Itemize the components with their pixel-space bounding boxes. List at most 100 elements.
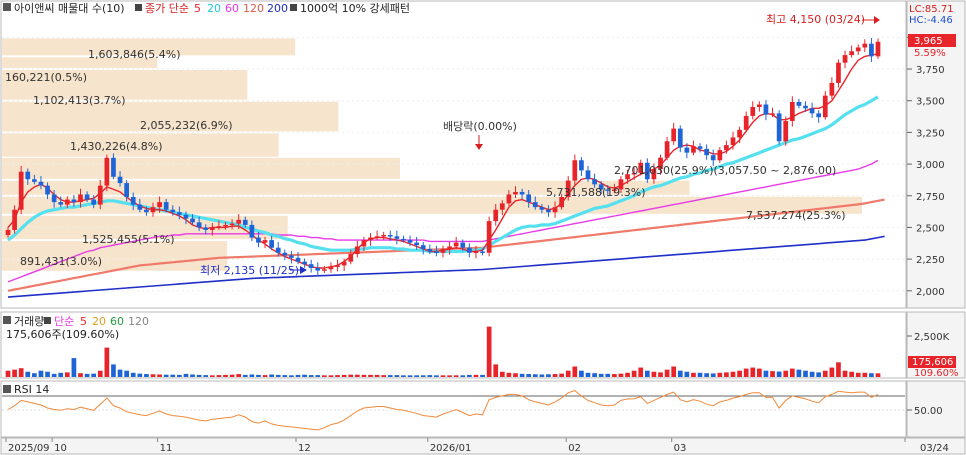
- candle-body[interactable]: [546, 209, 551, 213]
- volume-bar[interactable]: [170, 374, 176, 377]
- volume-bar[interactable]: [111, 364, 116, 377]
- volume-bar[interactable]: [368, 374, 373, 377]
- candle-body[interactable]: [157, 202, 162, 208]
- volume-bar[interactable]: [157, 374, 162, 377]
- volume-bar[interactable]: [229, 374, 235, 377]
- volume-bar[interactable]: [644, 370, 650, 377]
- candle-body[interactable]: [407, 240, 413, 243]
- volume-bar[interactable]: [625, 372, 630, 377]
- volume-bar[interactable]: [631, 370, 637, 377]
- volume-bar[interactable]: [737, 370, 742, 377]
- volume-bar[interactable]: [677, 370, 683, 377]
- candle-body[interactable]: [506, 194, 512, 204]
- candle-body[interactable]: [836, 62, 841, 83]
- candle-body[interactable]: [242, 219, 248, 225]
- candle-body[interactable]: [104, 157, 110, 186]
- volume-bar[interactable]: [78, 373, 83, 377]
- volume-bar[interactable]: [420, 375, 426, 377]
- volume-bar[interactable]: [447, 375, 452, 377]
- volume-bar[interactable]: [249, 374, 255, 377]
- candle-body[interactable]: [328, 266, 334, 270]
- candle-body[interactable]: [499, 203, 505, 210]
- candle-body[interactable]: [282, 252, 288, 256]
- volume-bar[interactable]: [579, 370, 584, 377]
- volume-bar[interactable]: [460, 375, 466, 377]
- candle-body[interactable]: [322, 269, 327, 271]
- candle-body[interactable]: [275, 247, 281, 253]
- volume-bar[interactable]: [796, 369, 802, 377]
- candle-body[interactable]: [664, 141, 670, 158]
- volume-bar[interactable]: [289, 375, 294, 377]
- volume-bar[interactable]: [302, 374, 307, 377]
- volume-bar[interactable]: [124, 370, 129, 377]
- volume-bar[interactable]: [427, 375, 433, 377]
- volume-bar[interactable]: [770, 371, 775, 377]
- candle-body[interactable]: [368, 237, 373, 241]
- candle-body[interactable]: [572, 160, 578, 181]
- volume-bar[interactable]: [262, 375, 268, 377]
- candle-body[interactable]: [783, 120, 789, 142]
- candle-body[interactable]: [18, 171, 24, 210]
- candle-body[interactable]: [730, 137, 736, 146]
- volume-bar[interactable]: [45, 371, 50, 377]
- volume-bar[interactable]: [137, 373, 143, 377]
- volume-bar[interactable]: [559, 373, 564, 377]
- candle-body[interactable]: [862, 43, 868, 48]
- volume-bar[interactable]: [605, 373, 611, 377]
- volume-bar[interactable]: [506, 372, 512, 377]
- candle-body[interactable]: [579, 160, 584, 171]
- volume-bar[interactable]: [612, 374, 617, 377]
- candle-body[interactable]: [710, 155, 716, 161]
- candle-body[interactable]: [117, 176, 123, 184]
- volume-bar[interactable]: [58, 372, 64, 377]
- candle-body[interactable]: [592, 179, 597, 185]
- volume-bar[interactable]: [64, 372, 70, 377]
- volume-bar[interactable]: [618, 373, 624, 377]
- volume-bar[interactable]: [71, 358, 77, 377]
- volume-bar[interactable]: [493, 364, 499, 377]
- volume-bar[interactable]: [743, 368, 749, 377]
- volume-bar[interactable]: [242, 374, 248, 377]
- volume-bar[interactable]: [38, 370, 44, 377]
- volume-bar[interactable]: [855, 372, 861, 377]
- volume-bar[interactable]: [282, 375, 288, 377]
- candle-body[interactable]: [704, 148, 709, 156]
- volume-bar[interactable]: [348, 374, 354, 377]
- volume-bar[interactable]: [275, 374, 281, 377]
- candle-body[interactable]: [177, 212, 182, 215]
- volume-bar[interactable]: [414, 375, 419, 377]
- volume-bar[interactable]: [704, 373, 709, 377]
- volume-bar[interactable]: [875, 373, 881, 377]
- candle-body[interactable]: [78, 194, 83, 203]
- volume-bar[interactable]: [236, 374, 242, 377]
- volume-bar[interactable]: [84, 373, 90, 377]
- candle-body[interactable]: [513, 191, 518, 195]
- candle-body[interactable]: [532, 202, 538, 208]
- candle-body[interactable]: [869, 43, 874, 57]
- volume-bar[interactable]: [407, 375, 413, 377]
- stock-chart[interactable]: 1,603,846(5.4%)160,221(0.5%) 1,102,413(3.…: [0, 0, 966, 455]
- volume-bar[interactable]: [387, 375, 393, 377]
- candle-body[interactable]: [5, 229, 11, 236]
- candle-body[interactable]: [697, 146, 703, 149]
- volume-bar[interactable]: [361, 374, 367, 377]
- volume-menu-icon[interactable]: [3, 316, 11, 324]
- candle-body[interactable]: [447, 246, 452, 249]
- volume-bar[interactable]: [572, 366, 578, 378]
- candle-body[interactable]: [196, 222, 202, 228]
- candle-body[interactable]: [803, 105, 808, 109]
- candle-body[interactable]: [684, 147, 690, 153]
- candle-body[interactable]: [816, 113, 822, 118]
- volume-bar[interactable]: [710, 373, 716, 377]
- volume-bar[interactable]: [5, 370, 11, 377]
- candle-body[interactable]: [453, 242, 459, 247]
- candle-body[interactable]: [486, 221, 492, 253]
- candle-body[interactable]: [770, 113, 775, 115]
- candle-body[interactable]: [434, 251, 439, 254]
- volume-bar[interactable]: [32, 373, 37, 377]
- volume-bar[interactable]: [730, 371, 736, 377]
- volume-bar[interactable]: [190, 374, 195, 377]
- candle-body[interactable]: [32, 179, 37, 182]
- volume-bar[interactable]: [546, 374, 551, 377]
- volume-bar[interactable]: [381, 375, 387, 377]
